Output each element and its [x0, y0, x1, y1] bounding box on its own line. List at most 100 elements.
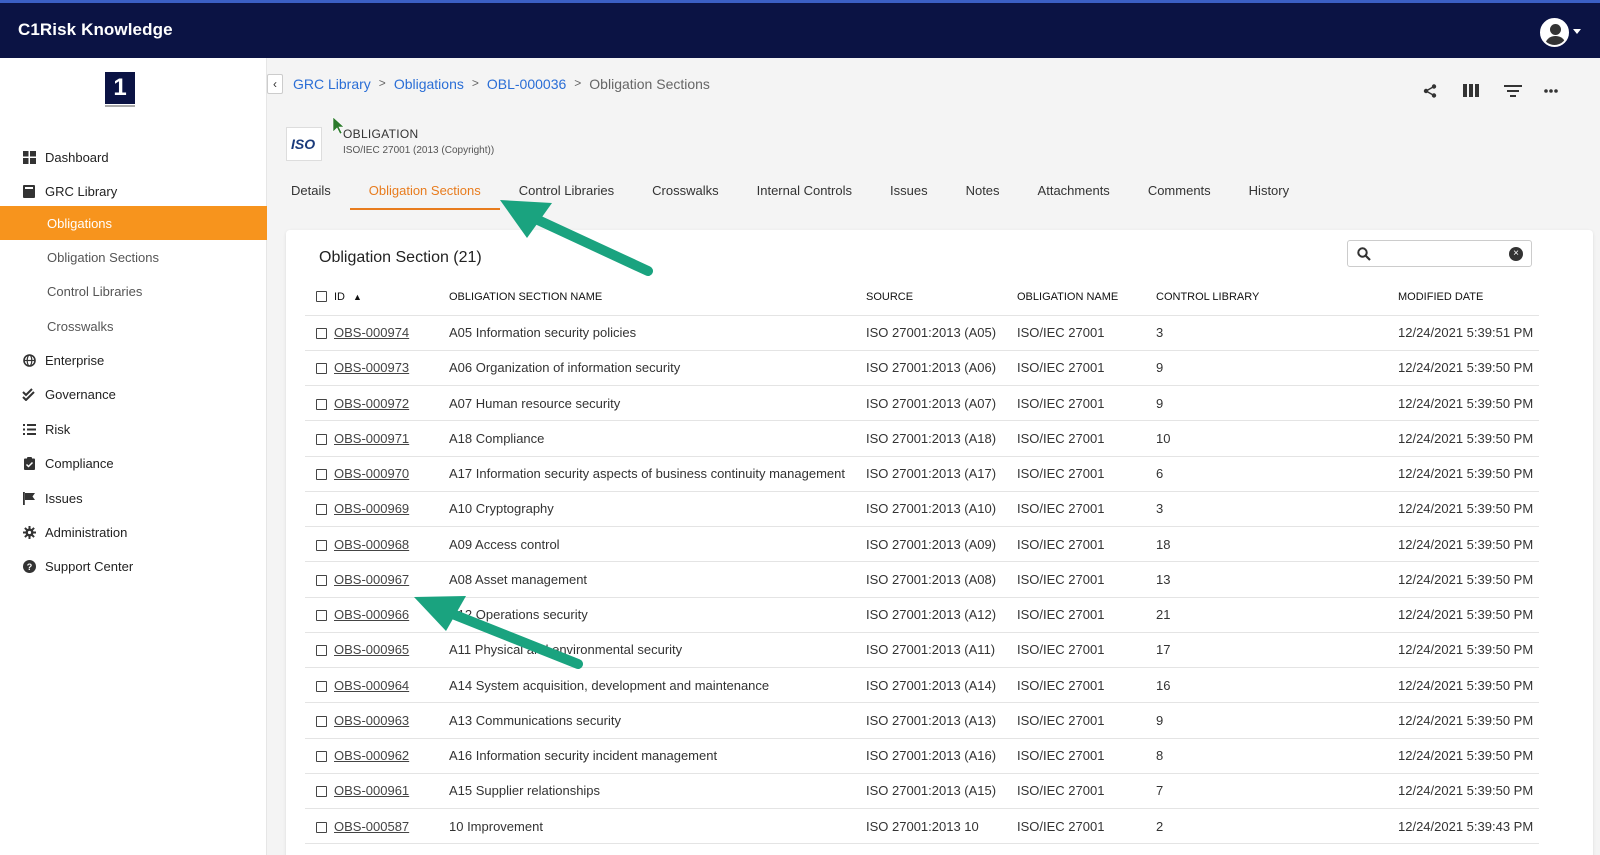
sort-up-icon[interactable]: ▲ [353, 292, 362, 302]
cell-section-name: A07 Human resource security [449, 385, 866, 422]
row-checkbox[interactable] [316, 574, 327, 586]
sidebar-item-grc-library[interactable]: GRC Library [0, 174, 267, 208]
row-id-link[interactable]: OBS-000962 [334, 748, 409, 763]
sidebar-item-compliance[interactable]: Compliance [0, 446, 267, 480]
cell-id: OBS-000968 [305, 526, 449, 563]
table-row[interactable]: OBS-000968 A09 Access control ISO 27001:20… [305, 526, 1539, 563]
row-id-link[interactable]: OBS-000968 [334, 537, 409, 552]
chevron-down-icon[interactable] [1573, 29, 1581, 34]
clear-icon[interactable]: × [1509, 247, 1523, 261]
cell-id: OBS-000587 [305, 808, 449, 845]
breadcrumb-obligations[interactable]: Obligations [394, 76, 464, 92]
table-row[interactable]: OBS-000973 A06 Organization of informatio… [305, 350, 1539, 387]
table-row[interactable]: OBS-000972 A07 Human resource security ISO… [305, 385, 1539, 422]
back-button[interactable]: ‹ [267, 74, 283, 94]
table-row[interactable]: OBS-000965 A11 Physical and environmental… [305, 632, 1539, 669]
column-header-id[interactable]: ID ▲ [305, 279, 449, 316]
columns-icon[interactable] [1463, 84, 1481, 98]
row-id-link[interactable]: OBS-000967 [334, 572, 409, 587]
table-row[interactable]: OBS-000966 A12 Operations security ISO 270… [305, 597, 1539, 633]
cell-obligation-name: ISO/IEC 27001 [1017, 385, 1156, 422]
row-checkbox[interactable] [316, 363, 327, 375]
tab-details[interactable]: Details [291, 180, 350, 210]
user-avatar[interactable] [1540, 18, 1569, 47]
search-input[interactable] [1378, 244, 1498, 264]
row-checkbox[interactable] [316, 715, 327, 727]
row-checkbox[interactable] [316, 821, 327, 833]
table-row[interactable]: OBS-000969 A10 Cryptography ISO 27001:2013… [305, 491, 1539, 528]
tab-obligation-sections[interactable]: Obligation Sections [349, 180, 500, 210]
cell-control-library: 3 [1156, 491, 1398, 528]
sidebar-item-obligations[interactable]: Obligations [0, 206, 267, 240]
sidebar-item-support-center[interactable]: ? Support Center [0, 549, 267, 583]
row-id-link[interactable]: OBS-000969 [334, 501, 409, 516]
breadcrumb-grc-library[interactable]: GRC Library [293, 76, 371, 92]
row-checkbox[interactable] [316, 398, 327, 410]
row-checkbox[interactable] [316, 328, 327, 340]
cell-section-name: A11 Physical and environmental security [449, 632, 866, 669]
sidebar-item-dashboard[interactable]: Dashboard [0, 140, 267, 174]
row-checkbox[interactable] [316, 751, 327, 763]
row-checkbox[interactable] [316, 433, 327, 445]
sidebar-item-crosswalks[interactable]: Crosswalks [0, 309, 267, 343]
table-row[interactable]: OBS-000962 A16 Information security incid… [305, 738, 1539, 774]
table-row[interactable]: OBS-000587 10 Improvement ISO 27001:2013 1… [305, 808, 1539, 845]
row-checkbox[interactable] [316, 645, 327, 657]
tab-comments[interactable]: Comments [1129, 180, 1230, 210]
column-header-source[interactable]: SOURCE [866, 279, 1017, 316]
sidebar-item-obligation-sections[interactable]: Obligation Sections [0, 240, 267, 274]
sidebar-item-governance[interactable]: Governance [0, 377, 267, 411]
table-row[interactable]: OBS-000964 A14 System acquisition, develo… [305, 667, 1539, 704]
filter-icon[interactable] [1504, 84, 1522, 98]
row-id-link[interactable]: OBS-000972 [334, 396, 409, 411]
row-id-link[interactable]: OBS-000587 [334, 819, 409, 834]
select-all-checkbox[interactable] [316, 291, 327, 303]
column-header-modified-date[interactable]: MODIFIED DATE [1398, 279, 1539, 316]
tab-notes[interactable]: Notes [947, 180, 1019, 210]
row-id-link[interactable]: OBS-000971 [334, 431, 409, 446]
row-id-link[interactable]: OBS-000963 [334, 713, 409, 728]
tab-history[interactable]: History [1230, 180, 1308, 210]
share-icon[interactable] [1423, 84, 1441, 98]
table-row[interactable]: OBS-000970 A17 Information security aspec… [305, 456, 1539, 492]
tab-attachments[interactable]: Attachments [1019, 180, 1129, 210]
object-type: OBLIGATION [343, 127, 419, 141]
sidebar-item-issues[interactable]: Issues [0, 481, 267, 515]
cell-control-library: 6 [1156, 456, 1398, 492]
sidebar-item-administration[interactable]: Administration [0, 515, 267, 549]
row-checkbox[interactable] [316, 539, 327, 551]
tab-crosswalks[interactable]: Crosswalks [633, 180, 737, 210]
check-double-icon [22, 387, 36, 401]
table-row[interactable]: OBS-000971 A18 Compliance ISO 27001:2013 (… [305, 420, 1539, 457]
row-id-link[interactable]: OBS-000973 [334, 360, 409, 375]
table-row[interactable]: OBS-000961 A15 Supplier relationships ISO … [305, 773, 1539, 810]
tab-control-libraries[interactable]: Control Libraries [500, 180, 633, 210]
column-header-obligation-name[interactable]: OBLIGATION NAME [1017, 279, 1156, 316]
cell-id: OBS-000971 [305, 420, 449, 457]
row-checkbox[interactable] [316, 786, 327, 798]
column-header-control-library[interactable]: CONTROL LIBRARY [1156, 279, 1398, 316]
sidebar-item-enterprise[interactable]: Enterprise [0, 343, 267, 377]
row-id-link[interactable]: OBS-000966 [334, 607, 409, 622]
row-id-link[interactable]: OBS-000961 [334, 783, 409, 798]
row-id-link[interactable]: OBS-000974 [334, 325, 409, 340]
cell-section-name: A06 Organization of information security [449, 350, 866, 387]
row-id-link[interactable]: OBS-000970 [334, 466, 409, 481]
table-row[interactable]: OBS-000967 A08 Asset management ISO 27001:… [305, 561, 1539, 598]
table-row[interactable]: OBS-000963 A13 Communications security ISO… [305, 702, 1539, 739]
row-checkbox[interactable] [316, 504, 327, 516]
more-icon[interactable] [1544, 84, 1562, 98]
row-checkbox[interactable] [316, 610, 327, 622]
tab-internal-controls[interactable]: Internal Controls [738, 180, 871, 210]
row-checkbox[interactable] [316, 680, 327, 692]
cell-obligation-name: ISO/IEC 27001 [1017, 491, 1156, 528]
row-id-link[interactable]: OBS-000964 [334, 678, 409, 693]
column-header-name[interactable]: OBLIGATION SECTION NAME [449, 279, 866, 316]
row-id-link[interactable]: OBS-000965 [334, 642, 409, 657]
row-checkbox[interactable] [316, 469, 327, 481]
breadcrumb-obligation-id[interactable]: OBL-000036 [487, 76, 566, 92]
tab-issues[interactable]: Issues [871, 180, 947, 210]
sidebar-item-control-libraries[interactable]: Control Libraries [0, 274, 267, 308]
sidebar-item-risk[interactable]: Risk [0, 412, 267, 446]
table-row[interactable]: OBS-000974 A05 Information security polic… [305, 315, 1539, 351]
